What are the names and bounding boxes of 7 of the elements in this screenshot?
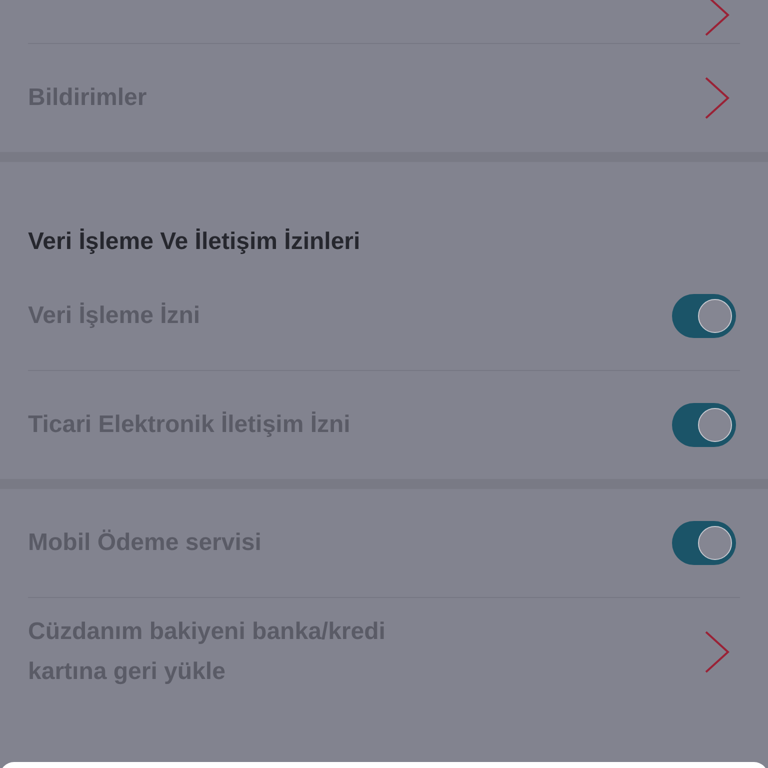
toggle-switch[interactable] [672,521,736,565]
toggle-switch[interactable] [672,294,736,338]
chevron-right-icon [704,76,730,120]
toggle-switch[interactable] [672,403,736,447]
chevron-right-icon [704,630,730,674]
chevron-right-icon [704,0,730,37]
section-title: Veri İşleme Ve İletişim İzinleri [28,227,362,257]
